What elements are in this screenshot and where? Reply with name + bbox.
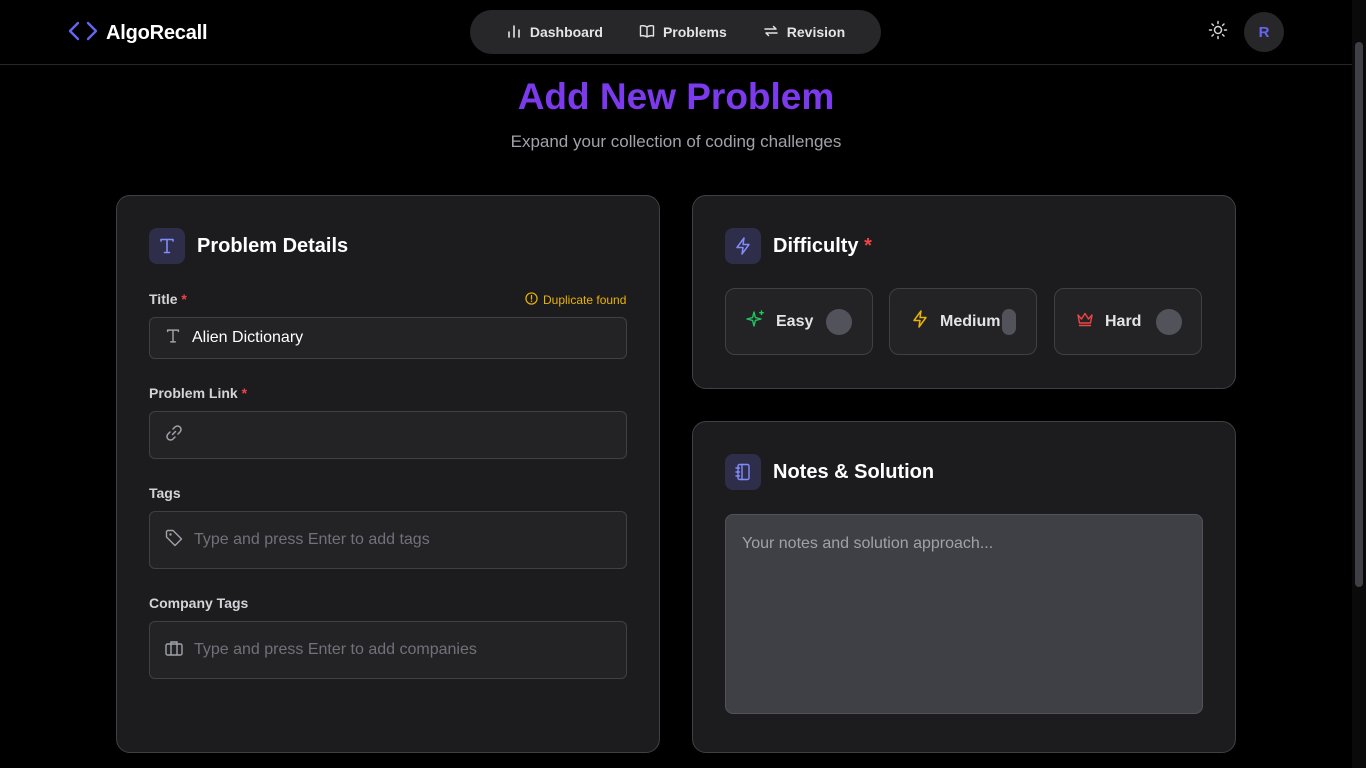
difficulty-title: Difficulty * — [773, 235, 872, 258]
brand-logo[interactable]: AlgoRecall — [68, 20, 208, 47]
tags-placeholder: Type and press Enter to add tags — [194, 531, 430, 548]
required-mark: * — [181, 291, 187, 307]
required-mark: * — [241, 385, 248, 401]
briefcase-icon — [164, 638, 184, 663]
nav-problems[interactable]: Problems — [625, 16, 741, 48]
crown-icon — [1075, 309, 1095, 334]
difficulty-medium-option[interactable]: Medium — [889, 288, 1037, 355]
nav-revision[interactable]: Revision — [749, 16, 859, 48]
problem-details-header: Problem Details — [149, 228, 348, 264]
main-nav: Dashboard Problems Revision — [470, 10, 881, 54]
company-tags-input[interactable]: Type and press Enter to add companies — [149, 621, 627, 679]
notes-title: Notes & Solution — [773, 460, 935, 483]
notes-textarea[interactable]: Your notes and solution approach... — [725, 514, 1203, 714]
difficulty-hard-label: Hard — [1105, 312, 1142, 330]
page-title: Add New Problem — [517, 76, 835, 117]
problem-link-label: Problem Link * — [149, 385, 247, 401]
duplicate-text: Duplicate found — [543, 293, 627, 307]
book-open-icon — [639, 23, 655, 42]
type-icon — [149, 228, 185, 264]
nav-revision-label: Revision — [786, 24, 846, 40]
link-icon — [164, 423, 184, 448]
notes-card: Notes & Solution Your notes and solution… — [692, 421, 1236, 753]
code-brackets-icon — [68, 20, 98, 47]
sparkles-icon — [746, 309, 766, 334]
company-tags-placeholder: Type and press Enter to add companies — [194, 641, 477, 658]
company-tags-label: Company Tags — [149, 595, 249, 611]
difficulty-hard-radio[interactable] — [1156, 309, 1182, 335]
difficulty-card: Difficulty * Easy Medium Hard — [692, 195, 1236, 389]
zap-icon — [725, 228, 761, 264]
scrollbar-thumb[interactable] — [1355, 42, 1363, 587]
title-label-text: Title — [149, 291, 178, 307]
brand-name: AlgoRecall — [106, 21, 208, 44]
problem-details-title: Problem Details — [197, 234, 349, 257]
difficulty-medium-label: Medium — [940, 312, 1001, 330]
alert-circle-icon — [525, 292, 538, 308]
tags-label: Tags — [149, 485, 181, 501]
difficulty-easy-option[interactable]: Easy — [725, 288, 873, 355]
top-navbar: AlgoRecall Dashboard Problems Revision R — [0, 0, 1352, 65]
page-subtitle: Expand your collection of coding challen… — [510, 132, 842, 151]
type-icon — [164, 327, 182, 350]
nav-dashboard-label: Dashboard — [529, 24, 603, 40]
notes-header: Notes & Solution — [725, 454, 934, 490]
page-scrollbar[interactable] — [1352, 0, 1366, 768]
difficulty-hard-option[interactable]: Hard — [1054, 288, 1202, 355]
title-input-value: Alien Dictionary — [192, 329, 304, 346]
nav-problems-label: Problems — [662, 24, 727, 40]
problem-details-card: Problem Details Title * Duplicate found … — [116, 195, 660, 753]
zap-icon — [910, 309, 930, 334]
required-mark: * — [864, 234, 872, 257]
theme-toggle-button[interactable] — [1204, 18, 1232, 46]
difficulty-easy-label: Easy — [776, 312, 814, 330]
sun-icon — [1208, 20, 1228, 45]
tags-input[interactable]: Type and press Enter to add tags — [149, 511, 627, 569]
difficulty-title-text: Difficulty — [773, 234, 859, 257]
difficulty-easy-radio[interactable] — [826, 309, 852, 335]
difficulty-medium-radio[interactable] — [1002, 309, 1016, 335]
problem-link-input[interactable] — [149, 411, 627, 459]
repeat-icon — [763, 23, 779, 42]
title-input[interactable]: Alien Dictionary — [149, 317, 627, 359]
nav-dashboard[interactable]: Dashboard — [492, 16, 617, 48]
notes-placeholder: Your notes and solution approach... — [742, 535, 994, 552]
title-label: Title * — [149, 291, 187, 307]
duplicate-warning: Duplicate found — [525, 292, 626, 308]
bar-chart-icon — [506, 23, 522, 42]
user-avatar[interactable]: R — [1244, 12, 1284, 52]
difficulty-header: Difficulty * — [725, 228, 872, 264]
problem-link-label-text: Problem Link — [149, 385, 238, 401]
notebook-icon — [725, 454, 761, 490]
tag-icon — [164, 528, 184, 553]
